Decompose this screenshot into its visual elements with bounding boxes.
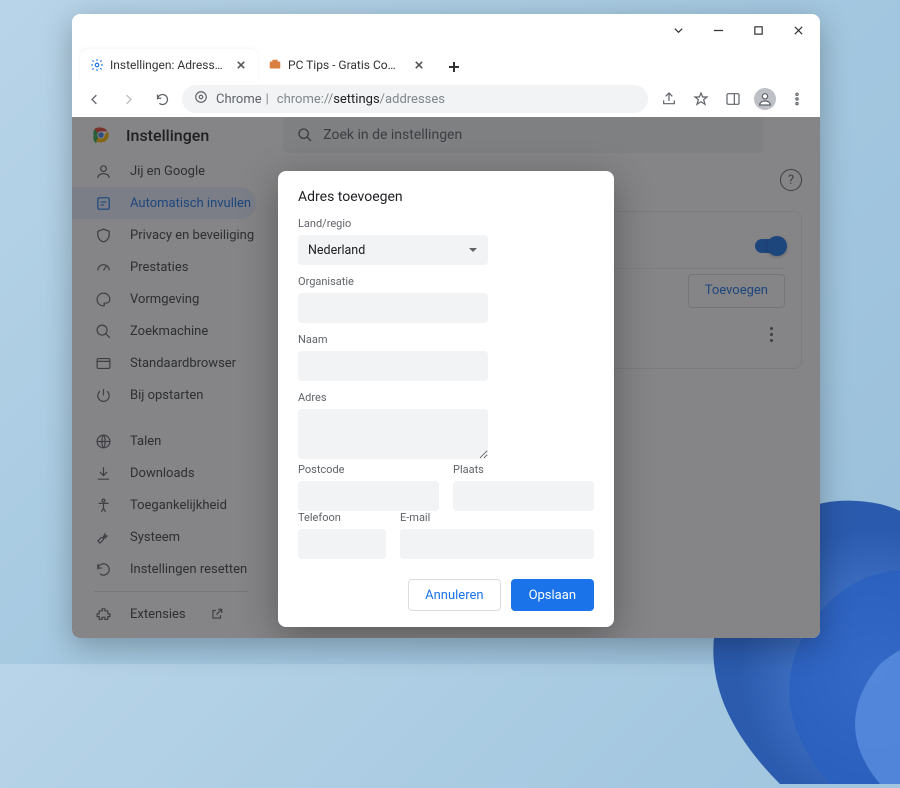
city-label: Plaats	[453, 463, 594, 476]
bookmark-star-icon[interactable]	[686, 85, 716, 113]
panel-icon[interactable]	[718, 85, 748, 113]
profile-avatar[interactable]	[750, 85, 780, 113]
page-content: Instellingen Zoek in de instellingen Jij…	[72, 117, 820, 638]
back-button[interactable]	[80, 85, 108, 113]
phone-field[interactable]	[298, 529, 386, 559]
postal-label: Postcode	[298, 463, 439, 476]
kebab-menu-icon[interactable]	[782, 85, 812, 113]
country-label: Land/regio	[298, 217, 594, 230]
dialog-actions: Annuleren Opslaan	[298, 579, 594, 611]
tab-strip: Instellingen: Adressen en meer PC Tips -…	[72, 46, 820, 81]
site-icon	[268, 58, 282, 72]
address-bar-row: Chrome | chrome://settings/addresses	[72, 81, 820, 117]
chevron-down-icon	[468, 245, 478, 255]
toolbar-right	[654, 85, 812, 113]
new-tab-button[interactable]	[440, 53, 468, 81]
dialog-title: Adres toevoegen	[298, 189, 594, 205]
tab-settings[interactable]: Instellingen: Adressen en meer	[80, 49, 258, 81]
add-address-dialog: Adres toevoegen Land/regio Nederland Org…	[278, 171, 614, 627]
window-minimize-extra[interactable]	[658, 16, 698, 44]
omnibox-prefix: Chrome	[216, 92, 262, 107]
email-field[interactable]	[400, 529, 594, 559]
save-button[interactable]: Opslaan	[511, 579, 594, 611]
omnibox-scheme: chrome://	[277, 92, 333, 107]
close-tab-icon[interactable]	[234, 58, 248, 72]
city-field[interactable]	[453, 481, 594, 511]
tab-pctips[interactable]: PC Tips - Gratis Computer Tips, v	[258, 49, 436, 81]
email-label: E-mail	[400, 511, 594, 524]
address-label: Adres	[298, 391, 594, 404]
phone-label: Telefoon	[298, 511, 386, 524]
name-label: Naam	[298, 333, 594, 346]
postal-field[interactable]	[298, 481, 439, 511]
gear-icon	[90, 58, 104, 72]
country-value: Nederland	[308, 243, 365, 258]
address-field[interactable]	[298, 409, 488, 459]
cancel-button[interactable]: Annuleren	[408, 579, 500, 611]
browser-window: Instellingen: Adressen en meer PC Tips -…	[72, 14, 820, 638]
org-label: Organisatie	[298, 275, 594, 288]
close-tab-icon[interactable]	[412, 58, 426, 72]
omnibox-rest: /addresses	[380, 92, 445, 107]
name-field[interactable]	[298, 351, 488, 381]
window-maximize-button[interactable]	[738, 16, 778, 44]
forward-button[interactable]	[114, 85, 142, 113]
country-select[interactable]: Nederland	[298, 235, 488, 265]
window-close-button[interactable]	[778, 16, 818, 44]
omnibox[interactable]: Chrome | chrome://settings/addresses	[182, 85, 648, 113]
tab-label: Instellingen: Adressen en meer	[110, 58, 228, 72]
tab-label: PC Tips - Gratis Computer Tips, v	[288, 58, 406, 72]
organisation-field[interactable]	[298, 293, 488, 323]
omnibox-path: settings	[333, 92, 379, 107]
chrome-circle-icon	[194, 90, 208, 108]
reload-button[interactable]	[148, 85, 176, 113]
share-icon[interactable]	[654, 85, 684, 113]
window-minimize-button[interactable]	[698, 16, 738, 44]
window-titlebar	[72, 14, 820, 46]
